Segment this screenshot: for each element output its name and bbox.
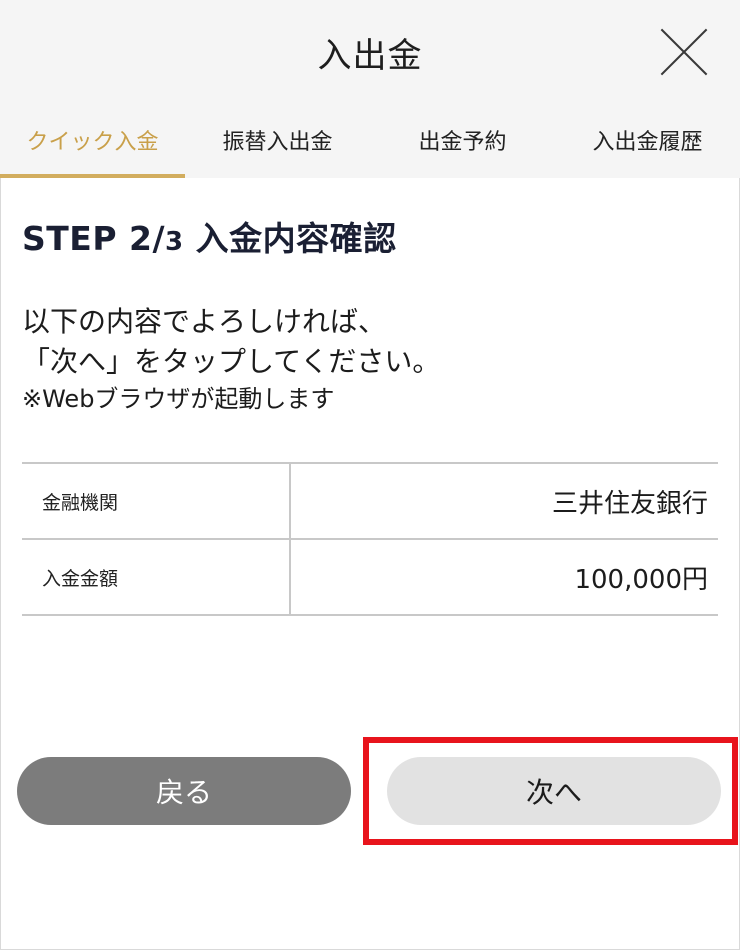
tab-label: 振替入出金	[222, 130, 333, 155]
step-title-suffix: 入金内容確認	[183, 219, 397, 258]
table-row: 金融機関 三井住友銀行	[22, 464, 718, 540]
active-tab-indicator	[0, 174, 185, 178]
tab-withdrawal-reservation[interactable]: 出金予約	[370, 110, 555, 178]
tab-bar: クイック入金 振替入出金 出金予約 入出金履歴	[0, 110, 740, 178]
step-title: STEP 2/3 入金内容確認	[22, 212, 397, 260]
browser-note: ※Webブラウザが起動します	[22, 385, 335, 413]
close-icon[interactable]	[660, 28, 708, 76]
table-row: 入金金額 100,000円	[22, 540, 718, 616]
page-title: 入出金	[317, 36, 423, 76]
row-value-amount: 100,000円	[574, 564, 708, 595]
instruction-line-2: 「次へ」をタップしてください。	[22, 345, 441, 378]
tab-label: 出金予約	[418, 130, 507, 155]
tab-transfer[interactable]: 振替入出金	[185, 110, 370, 178]
step-title-prefix: STEP 2/	[22, 219, 166, 258]
next-button[interactable]: 次へ	[387, 757, 721, 825]
step-title-total: 3	[165, 227, 184, 257]
back-button[interactable]: 戻る	[17, 757, 351, 825]
confirmation-table: 金融機関 三井住友銀行 入金金額 100,000円	[22, 462, 718, 616]
tab-label: 入出金履歴	[592, 130, 703, 155]
tab-label: クイック入金	[26, 130, 159, 155]
tab-quick-deposit[interactable]: クイック入金	[0, 110, 185, 178]
row-label-amount: 入金金額	[22, 540, 291, 614]
instruction-line-1: 以下の内容でよろしければ、	[22, 305, 387, 338]
row-value-bank: 三井住友銀行	[551, 488, 708, 519]
tab-history[interactable]: 入出金履歴	[555, 110, 740, 178]
header: 入出金 クイック入金 振替入出金 出金予約 入出金履歴	[0, 0, 740, 178]
row-label-bank: 金融機関	[22, 464, 291, 538]
instructions: 以下の内容でよろしければ、 「次へ」をタップしてください。 ※Webブラウザが起…	[22, 302, 440, 416]
